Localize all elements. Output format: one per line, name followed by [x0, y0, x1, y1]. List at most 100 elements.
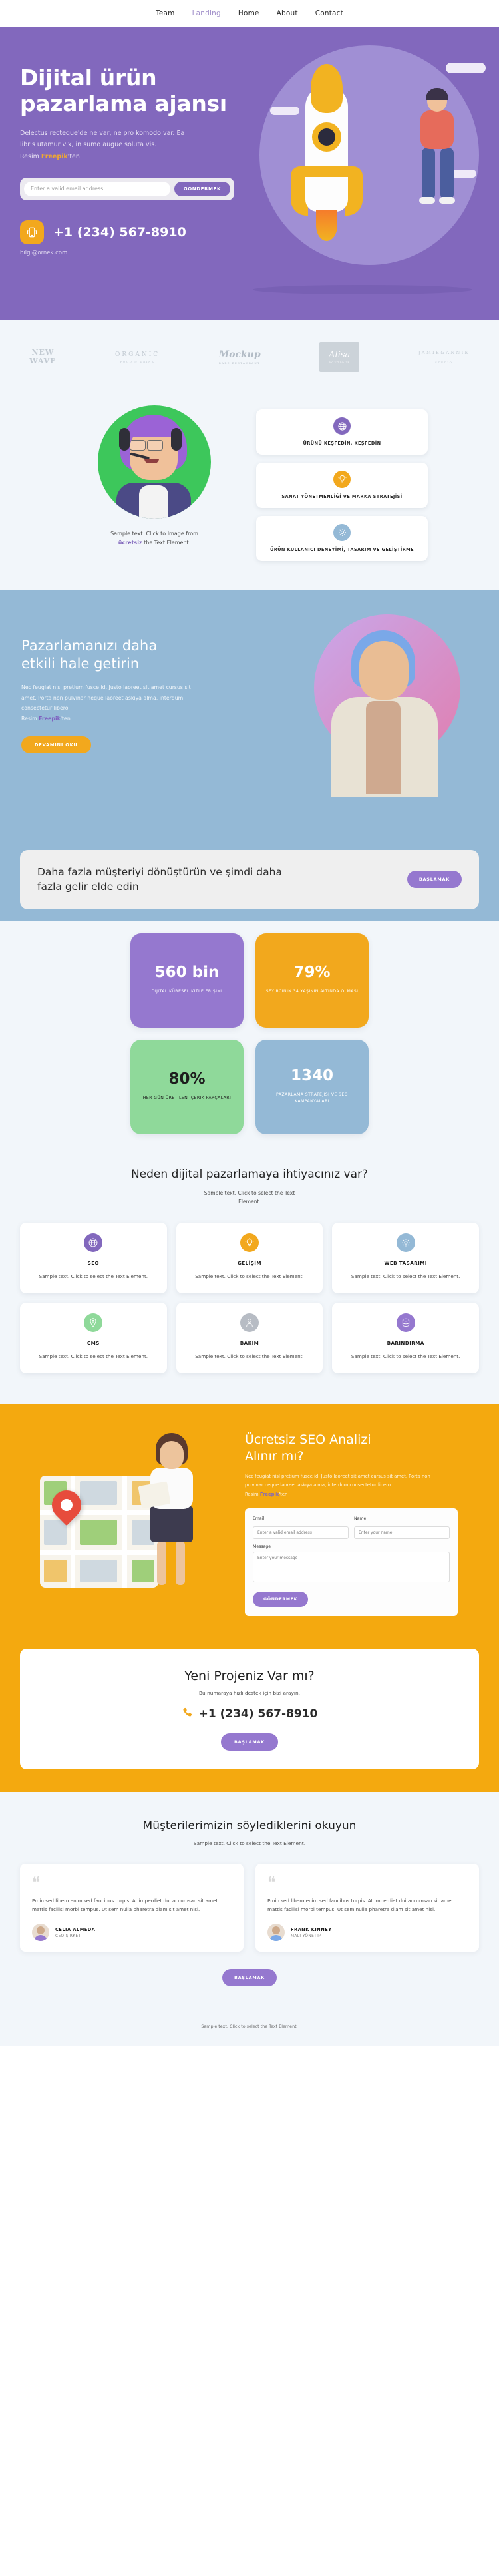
service-card-label: SANAT YÖNETMENLİĞİ VE MARKA STRATEJİSİ: [281, 493, 403, 499]
nav-item-landing[interactable]: Landing: [192, 9, 221, 17]
ground-shadow: [253, 285, 472, 294]
brand-logo-mockup: Mockup BARE RESTAURANT: [219, 349, 261, 365]
seo-email-input[interactable]: [253, 1526, 349, 1539]
stat-value: 560 bin: [154, 963, 220, 981]
stat-value: 79%: [293, 963, 331, 981]
project-cta-phone-number[interactable]: +1 (234) 567-8910: [199, 1707, 318, 1721]
why-section-subtitle: Sample text. Click to select the Text El…: [204, 1189, 295, 1205]
brand-logo-organic: ORGANIC FOOD & DRINK: [115, 351, 160, 363]
testimonials-cta-button[interactable]: BAŞLAMAK: [222, 1969, 277, 1987]
avatar: [267, 1924, 285, 1942]
seo-name-label: Name: [354, 1516, 367, 1521]
hero-credit-link[interactable]: Freepik: [41, 153, 68, 160]
seo-credit-prefix: Resim: [245, 1491, 260, 1497]
brand-logo-main: Alisa: [329, 350, 351, 360]
brand-logo-jamie-annie: JAMIE&ANNIE STUDIO: [418, 350, 470, 364]
marketing-description: Nec feugiat nisl pretium fusce id. Justo…: [21, 682, 206, 724]
why-card-title: WEB TASARIMI: [384, 1259, 427, 1266]
support-avatar-column: Sample text. Click to Image from ücretsi…: [71, 405, 238, 561]
cta-bar-wrapper: Daha fazla müşteriyi dönüştürün ve şimdi…: [0, 849, 499, 921]
seo-name-field: Name: [354, 1516, 450, 1539]
brand-logo-line2: WAVE: [29, 356, 57, 365]
seo-analysis-section: Ücretsiz SEO Analizi Alınır mı? Nec feug…: [0, 1403, 499, 1649]
hero-credit-suffix: 'ten: [67, 153, 80, 160]
why-card-web-tasarimi[interactable]: WEB TASARIMI Sample text. Click to selec…: [332, 1222, 479, 1293]
stat-card-audience-age: 79% SEYIRCININ 34 YAŞININ ALTINDA OLMASI: [255, 933, 369, 1028]
seo-section-description: Nec feugiat nisl pretium fusce id. Justo…: [245, 1472, 431, 1499]
hero-credit-prefix: Resim: [20, 153, 41, 160]
hero-phone-number[interactable]: +1 (234) 567-8910: [53, 225, 186, 240]
stat-card-audience-reach: 560 bin DIJITAL KÜRESEL KITLE ERIŞIMI: [130, 933, 244, 1028]
marketing-credit-link[interactable]: Freepik: [39, 716, 61, 722]
stat-card-seo-campaigns: 1340 PAZARLAMA STRATEJISI VE SEO KAMPANY…: [255, 1039, 369, 1134]
stat-value: 1340: [290, 1066, 333, 1084]
cloud-icon: [446, 63, 486, 73]
testimonial-author-name: FRANK KINNEY: [291, 1926, 332, 1932]
marketing-credit-suffix: 'ten: [60, 716, 71, 722]
person-illustration: [134, 1432, 214, 1600]
lightbulb-icon: [240, 1233, 259, 1252]
hero-section: Dijital ürün pazarlama ajansı Delectus r…: [0, 27, 499, 320]
testimonials-grid: ❝ Proin sed libero enim sed faucibus tur…: [20, 1863, 479, 1952]
seo-message-input[interactable]: [253, 1551, 450, 1582]
testimonials-title: Müşterilerimizin söylediklerini okuyun: [142, 1819, 357, 1832]
service-card-discover[interactable]: ÜRÜNÜ KEŞFEDİN, KEŞFEDİN: [256, 409, 428, 455]
seo-form-column: Ücretsiz SEO Analizi Alınır mı? Nec feug…: [245, 1426, 464, 1626]
why-card-bakim[interactable]: BAKIM Sample text. Click to select the T…: [176, 1302, 323, 1373]
stat-label: SEYIRCININ 34 YAŞININ ALTINDA OLMASI: [265, 988, 359, 994]
seo-credit-suffix: 'ten: [279, 1491, 288, 1497]
brand-logo-sub: BOUTIQUE: [329, 361, 351, 364]
why-card-text: Sample text. Click to select the Text El…: [39, 1273, 148, 1279]
hero-title: Dijital ürün pazarlama ajansı: [20, 65, 227, 116]
why-card-text: Sample text. Click to select the Text El…: [195, 1273, 304, 1279]
seo-submit-button[interactable]: GÖNDERMEK: [253, 1591, 309, 1607]
user-icon: [240, 1313, 259, 1332]
avatar-caption-link[interactable]: ücretsiz: [118, 540, 142, 546]
gear-icon: [396, 1233, 415, 1252]
hero-email-address[interactable]: bilgi@örnek.com: [20, 250, 266, 256]
support-agent-avatar: [98, 405, 211, 519]
hero-email-input[interactable]: [24, 181, 170, 196]
why-card-gelisim[interactable]: GELİŞİM Sample text. Click to select the…: [176, 1222, 323, 1293]
why-card-title: GELİŞİM: [238, 1259, 261, 1266]
why-card-seo[interactable]: SEO Sample text. Click to select the Tex…: [20, 1222, 167, 1293]
project-cta-phone-row[interactable]: +1 (234) 567-8910: [33, 1707, 466, 1721]
nav-item-about[interactable]: About: [277, 9, 298, 17]
why-card-cms[interactable]: CMS Sample text. Click to select the Tex…: [20, 1302, 167, 1373]
avatar-caption: Sample text. Click to Image from ücretsi…: [110, 529, 198, 548]
brand-logo-alisa: Alisa BOUTIQUE: [319, 342, 360, 372]
service-card-art-direction[interactable]: SANAT YÖNETMENLİĞİ VE MARKA STRATEJİSİ: [256, 462, 428, 508]
why-card-text: Sample text. Click to select the Text El…: [39, 1353, 148, 1359]
project-cta-button[interactable]: BAŞLAMAK: [220, 1733, 279, 1751]
testimonials-cta-wrapper: BAŞLAMAK: [0, 1969, 499, 1987]
conversion-cta-bar: Daha fazla müşteriyi dönüştürün ve şimdi…: [20, 849, 479, 909]
seo-name-input[interactable]: [354, 1526, 450, 1539]
why-cards-grid: SEO Sample text. Click to select the Tex…: [20, 1222, 479, 1373]
nav-item-contact[interactable]: Contact: [315, 9, 343, 17]
seo-email-label: Email: [253, 1516, 265, 1521]
brand-logo-line1: NEW: [31, 347, 55, 357]
read-more-button[interactable]: DEVAMINI OKU: [21, 736, 91, 753]
lightbulb-icon: [333, 470, 351, 488]
cta-bar-button[interactable]: BAŞLAMAK: [407, 871, 462, 889]
seo-credit-link[interactable]: Freepik: [260, 1492, 279, 1497]
cta-bar-title: Daha fazla müşteriyi dönüştürün ve şimdi…: [37, 865, 282, 893]
hero-signup-form: GÖNDERMEK: [20, 177, 234, 200]
project-cta-card: Yeni Projeniz Var mı? Bu numaraya hızlı …: [20, 1648, 479, 1769]
nav-item-team[interactable]: Team: [156, 9, 175, 17]
why-card-text: Sample text. Click to select the Text El…: [195, 1353, 304, 1359]
stat-value: 80%: [168, 1070, 206, 1088]
why-card-barindirma[interactable]: BARINDIRMA Sample text. Click to select …: [332, 1302, 479, 1373]
hero-submit-button[interactable]: GÖNDERMEK: [174, 181, 230, 196]
service-card-product-ux[interactable]: ÜRÜN KULLANICI DENEYİMİ, TASARIM VE GELİ…: [256, 515, 428, 561]
project-cta-subtitle: Bu numaraya hızlı destek için bizi arayı…: [198, 1689, 301, 1696]
hero-contact-row: +1 (234) 567-8910: [20, 220, 266, 244]
seo-contact-form: Email Name Message GÖNDERMEK: [245, 1508, 458, 1616]
why-card-title: BARINDIRMA: [387, 1339, 424, 1346]
page-footer: Sample text. Click to select the Text El…: [0, 2009, 499, 2047]
why-section-title: Neden dijital pazarlamaya ihtiyacınız va…: [130, 1167, 369, 1181]
phone-handset-icon: [182, 1707, 193, 1721]
brand-logo-new-wave: NEW WAVE: [29, 347, 57, 365]
why-card-title: SEO: [87, 1259, 100, 1266]
nav-item-home[interactable]: Home: [238, 9, 259, 17]
